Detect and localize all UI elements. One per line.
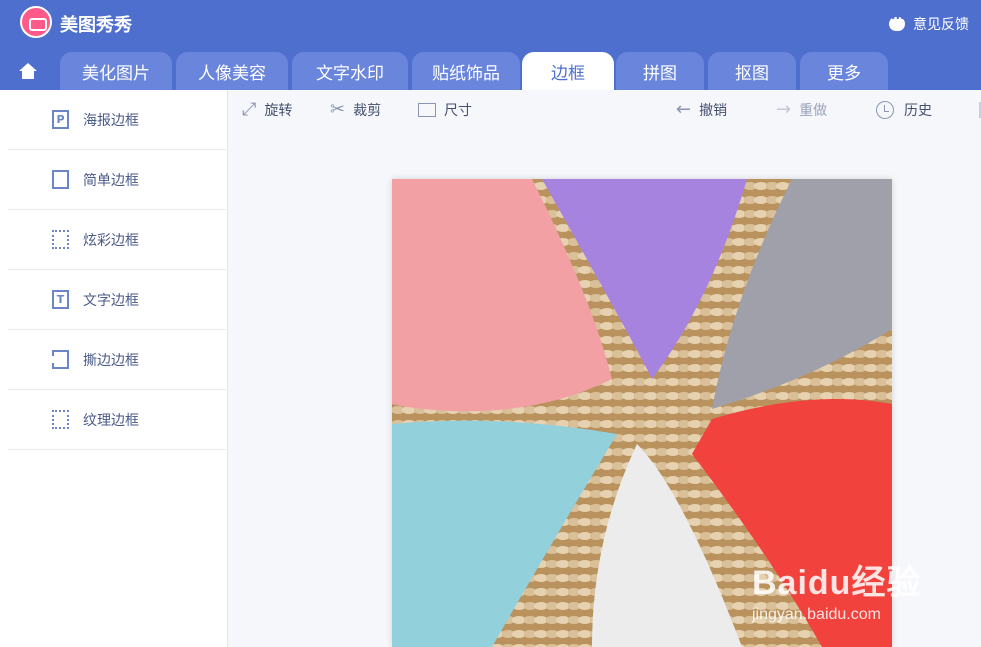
tab-beautify[interactable]: 美化图片 [60,52,172,90]
poster-frame-icon: P [52,110,69,129]
clock-icon [876,101,894,119]
tab-collage[interactable]: 拼图 [616,52,704,90]
sidebar-item-label: 撕边边框 [83,352,139,369]
history-button[interactable]: 历史 [876,100,932,120]
undo-label: 撤销 [699,103,728,119]
text-frame-icon: T [52,290,69,309]
undo-button[interactable]: ← 撤销 [676,100,727,120]
crop-button[interactable]: ✂ 裁剪 [330,100,381,120]
feedback-label: 意见反馈 [913,17,969,33]
watermark-brand: Baidu经验 [752,564,922,602]
app-title: 美图秀秀 [60,15,132,36]
sidebar-item-text-frame[interactable]: T 文字边框 [8,270,226,330]
redo-arrow-icon: → [776,99,792,120]
tab-frame[interactable]: 边框 [522,52,614,90]
sidebar-item-colorful-frame[interactable]: 炫彩边框 [8,210,226,270]
torn-frame-icon [52,350,69,369]
texture-frame-icon [52,410,69,429]
tab-portrait[interactable]: 人像美容 [176,52,288,90]
undo-arrow-icon: ← [676,99,692,120]
crop-label: 裁剪 [353,103,382,119]
watermark-url: jingyan.baidu.com [752,606,881,623]
feedback-button[interactable]: 意见反馈 [889,11,969,34]
tab-stickers[interactable]: 贴纸饰品 [412,52,520,90]
edit-toolbar: ⤢ 旋转 ✂ 裁剪 尺寸 ← 撤销 → 重做 历史 [228,90,981,130]
sidebar-item-label: 文字边框 [83,292,139,309]
sidebar-item-texture-frame[interactable]: 纹理边框 [8,390,226,450]
redo-label: 重做 [799,103,828,119]
history-label: 历史 [904,103,932,119]
simple-frame-icon [52,170,69,189]
chat-bubble-icon [889,11,905,31]
tab-text-watermark[interactable]: 文字水印 [292,52,408,90]
tab-cutout[interactable]: 抠图 [708,52,796,90]
size-label: 尺寸 [444,103,472,119]
sidebar-item-label: 纹理边框 [83,412,139,429]
size-button[interactable]: 尺寸 [418,100,472,120]
home-icon [19,63,37,79]
title-bar: 美图秀秀 意见反馈 [0,0,981,46]
sidebar-item-poster-frame[interactable]: P 海报边框 [8,90,226,150]
sidebar-item-label: 海报边框 [83,112,139,129]
baidu-watermark: Baidu经验 jingyan.baidu.com [752,555,921,624]
sidebar-item-simple-frame[interactable]: 简单边框 [8,150,226,210]
scissors-icon: ✂ [330,99,346,120]
rotate-icon: ⤢ [242,99,257,120]
app-logo-icon [20,6,52,38]
resize-icon [418,103,436,117]
tab-more[interactable]: 更多 [800,52,888,90]
tab-bar: 美化图片 人像美容 文字水印 贴纸饰品 边框 拼图 抠图 更多 [0,46,981,90]
rotate-label: 旋转 [264,103,293,119]
redo-button[interactable]: → 重做 [776,100,827,120]
colorful-frame-icon [52,230,69,249]
tab-home[interactable] [0,52,56,90]
sidebar-item-label: 简单边框 [83,172,139,189]
rotate-button[interactable]: ⤢ 旋转 [242,100,292,120]
sidebar-item-torn-frame[interactable]: 撕边边框 [8,330,226,390]
sidebar-item-label: 炫彩边框 [83,232,139,249]
frame-sidebar: P 海报边框 简单边框 炫彩边框 T 文字边框 撕边边框 纹理边框 [0,90,228,647]
